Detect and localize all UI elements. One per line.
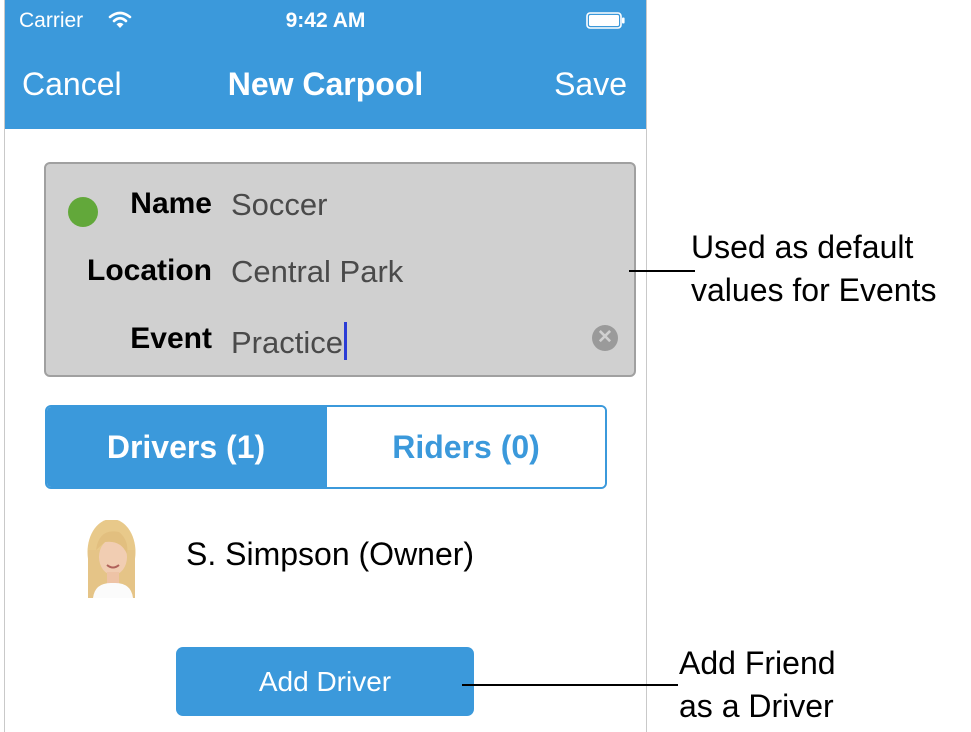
page-title: New Carpool — [227, 66, 424, 102]
driver-name[interactable]: S. Simpson (Owner) — [186, 536, 474, 573]
location-label: Location — [87, 254, 212, 287]
location-row[interactable]: Location Central Park — [46, 244, 634, 294]
form-callout-line2: values for Events — [691, 272, 937, 308]
location-field[interactable]: Central Park — [231, 254, 403, 290]
button-callout-line1: Add Friend — [679, 645, 836, 681]
phone-screen: Carrier 9:42 AM Cancel New Carpool Save … — [4, 0, 647, 732]
event-field-text: Practice — [231, 325, 343, 360]
tab-drivers[interactable]: Drivers (1) — [47, 407, 325, 487]
text-cursor — [343, 322, 347, 360]
add-driver-button[interactable]: Add Driver — [176, 647, 474, 716]
battery-icon — [586, 12, 625, 29]
driver-rider-segmented-control: Drivers (1) Riders (0) — [45, 405, 607, 489]
name-label: Name — [130, 187, 212, 220]
button-callout-text: Add Friend as a Driver — [679, 642, 836, 728]
navigation-bar: Cancel New Carpool Save — [5, 42, 646, 129]
button-callout-line — [462, 684, 678, 686]
form-callout-line — [629, 270, 695, 272]
event-field[interactable]: Practice — [231, 322, 347, 361]
event-row[interactable]: Event Practice — [46, 312, 634, 362]
status-time: 9:42 AM — [285, 9, 366, 32]
avatar — [87, 520, 136, 598]
save-button[interactable]: Save — [554, 66, 627, 103]
tab-riders[interactable]: Riders (0) — [325, 407, 605, 487]
status-bar: Carrier 9:42 AM — [5, 0, 646, 42]
carpool-color-dot[interactable] — [68, 197, 98, 227]
button-callout-line2: as a Driver — [679, 688, 834, 724]
name-field[interactable]: Soccer — [231, 187, 327, 223]
event-label: Event — [130, 322, 212, 355]
clear-text-icon[interactable]: ✕ — [592, 325, 618, 351]
form-callout-text: Used as default values for Events — [691, 226, 936, 312]
carpool-form: Name Soccer Location Central Park Event … — [44, 162, 636, 377]
name-row[interactable]: Name Soccer — [46, 177, 634, 227]
form-callout-line1: Used as default — [691, 229, 914, 265]
